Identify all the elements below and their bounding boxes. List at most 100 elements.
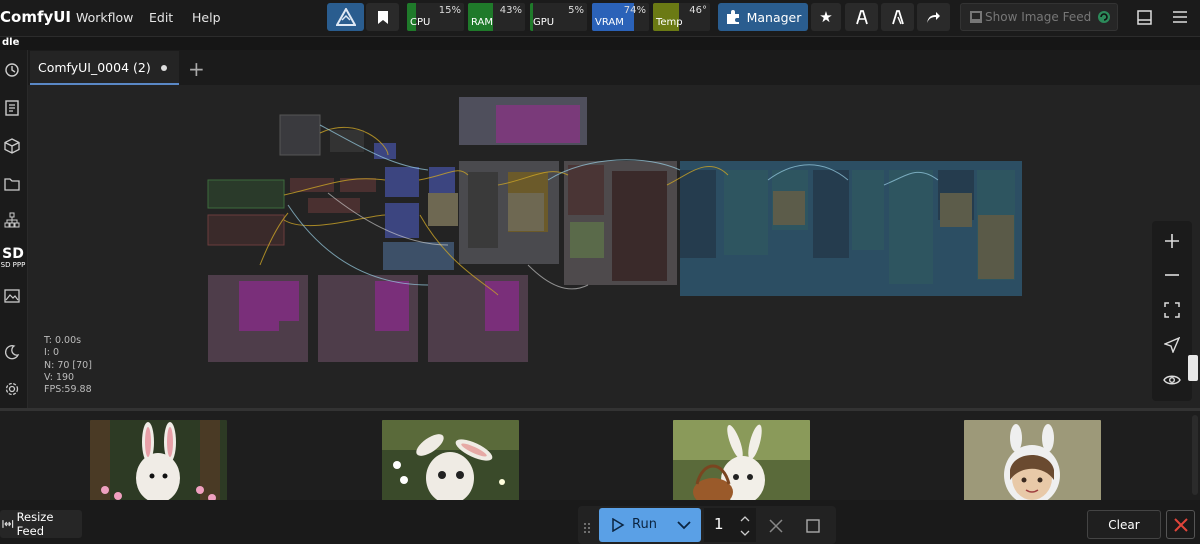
ram-monitor: RAM 43%	[468, 3, 525, 31]
close-feed-button[interactable]	[1166, 510, 1195, 539]
model-library-icon[interactable]	[2, 136, 22, 156]
left-sidebar: SD SD PPP	[0, 50, 28, 408]
mountain-icon	[335, 8, 356, 26]
sd-ppp-logo: SD	[2, 246, 24, 262]
tab-workflow[interactable]: ComfyUI_0004 (2)	[30, 51, 179, 85]
menu-help[interactable]: Help	[192, 10, 221, 25]
sd-ppp-label: SD PPP	[0, 261, 26, 269]
zoom-out-icon[interactable]	[1161, 264, 1183, 286]
share-arrow-icon	[927, 12, 940, 23]
panel-icon	[1136, 9, 1152, 25]
gpu-monitor: GPU 5%	[530, 3, 587, 31]
run-button[interactable]: Run	[599, 508, 701, 542]
settings-icon[interactable]	[2, 379, 22, 399]
cpu-value: 15%	[438, 5, 461, 16]
comfy-c-icon	[855, 10, 868, 25]
feed-status-icon	[1098, 11, 1111, 23]
stop-icon[interactable]	[806, 519, 820, 533]
feed-image-3[interactable]	[673, 420, 810, 503]
status-text: dle	[2, 37, 20, 48]
temp-value: 46°	[689, 5, 707, 16]
app-logo: ComfyUI	[0, 8, 72, 26]
chevron-down-icon[interactable]	[677, 520, 691, 530]
main-menu-button[interactable]	[1166, 3, 1194, 31]
show-image-feed-label: Show Image Feed	[985, 10, 1092, 24]
theme-toggle-icon[interactable]	[2, 342, 22, 362]
ram-value: 43%	[499, 5, 522, 16]
increment-icon[interactable]	[740, 515, 750, 522]
batch-count-input[interactable]: 1	[704, 508, 756, 542]
play-icon	[612, 518, 625, 532]
sd-ppp-icon[interactable]: SD SD PPP	[0, 244, 26, 272]
stat-iterations: I: 0	[44, 347, 60, 359]
clear-button[interactable]: Clear	[1087, 510, 1161, 539]
decrement-icon[interactable]	[740, 530, 750, 537]
feed-image-2[interactable]	[382, 420, 519, 503]
toggle-bottom-panel-button[interactable]	[1130, 3, 1158, 31]
bookmark-icon	[377, 10, 388, 24]
hamburger-icon	[1173, 11, 1187, 23]
node-graph[interactable]	[28, 85, 1200, 408]
vram-value: 74%	[623, 5, 646, 16]
stat-nodes: N: 70 [70]	[44, 359, 92, 371]
feed-scrollbar[interactable]	[1192, 415, 1198, 495]
menu-workflow[interactable]: Workflow	[76, 10, 133, 25]
canvas-stats: T: 0.00s I: 0 N: 70 [70] V: 190 FPS:59.8…	[44, 335, 92, 396]
gpu-label: GPU	[533, 17, 555, 28]
workflows-icon[interactable]	[2, 174, 22, 194]
run-label: Run	[632, 517, 657, 532]
feed-image-1[interactable]	[90, 420, 227, 503]
resize-feed-label: Resize Feed	[16, 510, 54, 538]
close-icon	[1173, 517, 1188, 532]
vram-label: VRAM	[595, 17, 624, 28]
node-library-icon[interactable]	[2, 210, 22, 230]
interrupt-icon[interactable]	[769, 519, 783, 533]
unsaved-dot-icon[interactable]	[161, 65, 167, 71]
batch-count-value: 1	[714, 515, 724, 533]
show-image-feed-button[interactable]: Show Image Feed	[960, 3, 1118, 31]
share-button[interactable]	[917, 3, 950, 31]
puzzle-icon	[726, 10, 739, 24]
temp-monitor: Temp 46°	[653, 3, 710, 31]
fit-view-icon[interactable]	[1161, 299, 1183, 321]
history-icon[interactable]	[2, 60, 22, 80]
bottom-action-bar: Resize Feed Run 1 Clear	[0, 500, 1200, 544]
queue-icon[interactable]	[2, 98, 22, 118]
temp-label: Temp	[656, 17, 683, 28]
cpu-label: CPU	[410, 17, 431, 28]
manager-label: Manager	[746, 9, 802, 25]
status-line: dle	[0, 37, 1200, 50]
gpu-value: 5%	[568, 5, 584, 16]
drag-handle-icon[interactable]	[583, 519, 591, 533]
manager-button[interactable]: Manager	[718, 3, 808, 31]
stat-time: T: 0.00s	[44, 335, 82, 346]
image-feed	[0, 408, 1200, 503]
floating-widget-icon[interactable]	[1188, 355, 1198, 381]
resize-feed-button[interactable]: Resize Feed	[0, 510, 82, 538]
feed-image-4[interactable]	[964, 420, 1101, 503]
graph-canvas[interactable]: T: 0.00s I: 0 N: 70 [70] V: 190 FPS:59.8…	[28, 85, 1200, 408]
image-gallery-icon[interactable]	[2, 286, 22, 306]
image-feed-icon	[970, 11, 982, 23]
resize-arrows-icon	[2, 520, 14, 528]
zoom-in-icon[interactable]	[1161, 230, 1183, 252]
cpu-monitor: CPU 15%	[407, 3, 464, 31]
add-tab-icon[interactable]: +	[188, 57, 205, 81]
bookmark-button[interactable]	[366, 3, 399, 31]
locate-icon[interactable]	[1161, 334, 1183, 356]
comfyui-window: ComfyUI Workflow Edit Help CPU 15% RAM 4…	[0, 0, 1200, 544]
model-share-button[interactable]	[881, 3, 914, 31]
favorite-button[interactable]: ★	[811, 3, 841, 31]
visibility-icon[interactable]	[1161, 369, 1183, 391]
vram-monitor: VRAM 74%	[592, 3, 649, 31]
run-toolbar: Run 1	[578, 506, 836, 544]
menu-edit[interactable]: Edit	[149, 10, 173, 25]
canvas-zoom-controls	[1152, 221, 1192, 401]
clear-label: Clear	[1108, 517, 1140, 532]
top-menu-bar: ComfyUI Workflow Edit Help CPU 15% RAM 4…	[0, 0, 1200, 37]
model-download-button[interactable]	[845, 3, 878, 31]
ram-label: RAM	[471, 17, 494, 28]
workflow-tab-bar: ComfyUI_0004 (2) +	[28, 50, 1200, 85]
comfy-logo-button[interactable]	[327, 3, 364, 31]
tab-label: ComfyUI_0004 (2)	[38, 59, 151, 75]
